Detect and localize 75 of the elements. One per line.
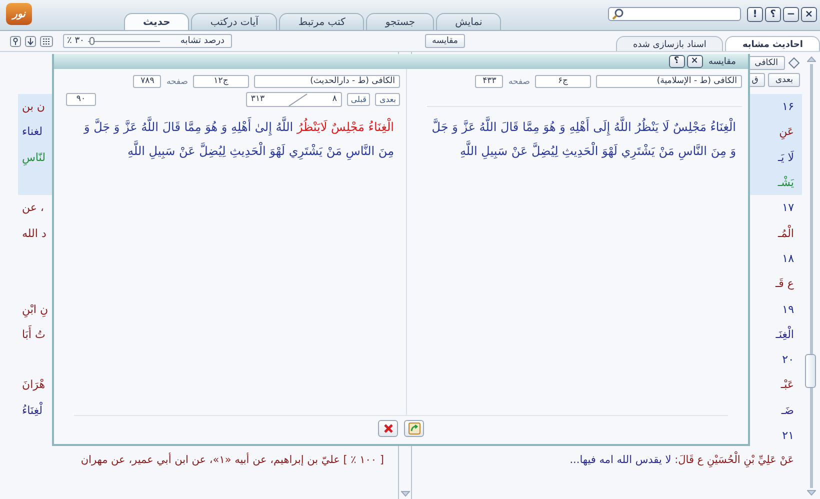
search-icon xyxy=(612,8,624,20)
hadith-number: ۱۹ xyxy=(782,302,794,316)
dialog-control-button[interactable]: ؟ xyxy=(668,55,685,68)
main-tab[interactable]: آیات درکتب xyxy=(191,13,278,30)
page-label: صفحه xyxy=(166,76,188,86)
hadith-counter-field[interactable]: ۳۱۳ ۸ xyxy=(246,92,342,107)
apply-button[interactable] xyxy=(404,420,424,437)
dialog-control-button[interactable]: × xyxy=(686,55,703,68)
search-field[interactable] xyxy=(608,7,741,21)
scrollbar-thumb[interactable] xyxy=(804,354,816,388)
window-control-button[interactable]: − xyxy=(783,7,799,22)
hadith-text: ضَـ xyxy=(781,404,794,417)
hadith-text: لغناء xyxy=(22,125,43,138)
hadith-text: نِ ابْنِ xyxy=(22,302,48,316)
chain-text: [ ۱۰۰ ٪ ] عليّ بن إبراهيم، عن أبيه «۱»، عن ابن أبي عمير، عن مهران xyxy=(80,454,384,466)
hadith-text: الْمُـ xyxy=(778,226,794,240)
similarity-label: درصد تشابه xyxy=(180,36,225,46)
hadith-number: ۲۰ xyxy=(782,353,794,366)
book-field[interactable]: الکافی (ط - دارالحدیث) xyxy=(254,75,400,88)
hadith-text: ن بن xyxy=(22,100,46,114)
refresh-page-icon xyxy=(408,422,420,435)
scroll-up-arrow-icon xyxy=(806,56,816,62)
hadith-text: ، عن xyxy=(22,201,44,214)
prev-button[interactable]: قبلی xyxy=(346,93,370,106)
main-tab[interactable]: کتب مرتبط xyxy=(279,13,364,30)
result-tab[interactable]: احادیث مشابه xyxy=(725,36,820,51)
diamond-icon xyxy=(788,57,800,69)
similarity-control[interactable]: ٪ ۳۰ درصد تشابه xyxy=(63,34,232,48)
hadith-text: تُ أَبَا xyxy=(22,328,46,341)
dialog-title: مقایسه xyxy=(708,56,736,66)
hadith-text: عَنِ xyxy=(779,125,794,138)
main-tab[interactable]: جستجو xyxy=(366,13,434,30)
next-button[interactable]: بعدی xyxy=(375,93,400,106)
page-field[interactable]: ۷۸۹ xyxy=(133,75,162,88)
main-tab[interactable]: نمایش xyxy=(436,13,502,30)
hadith-text: د الله xyxy=(22,226,46,240)
result-tab[interactable]: اسناد بازسازی شده xyxy=(616,36,724,51)
hadith-number: ۱۸ xyxy=(782,252,794,265)
hadith-number: ۱۷ xyxy=(782,201,794,214)
grid-icon xyxy=(40,36,53,46)
hadith-text: عَبْـ xyxy=(780,378,794,392)
hadith-text: الْغِنَاءُ مَجْلِسٌ لَا يَنْظُرُ اللَّهُ إِلَى أَهْلِهِ وَ هُوَ مِمَّا قَالَ اللَّهُ عَزَّ وَ جَلَّ وَ مِنَ النَّاسِ مَنْ يَشْتَرِي لَهْوَ الْحَدِيثِ لِيُضِلَّ عَنْ سَبِيلِ اللَّهِ xyxy=(427,111,742,163)
book-field[interactable]: الکافی (ط - الإسلامیة) xyxy=(596,75,742,88)
scroll-down-arrow-icon xyxy=(400,491,410,497)
page-field[interactable]: ۴۳۳ xyxy=(475,75,504,88)
slider-thumb[interactable] xyxy=(89,36,94,44)
count-field[interactable]: ۹۰ xyxy=(66,93,96,106)
hadith-text: لَا يَـ xyxy=(778,150,794,164)
similarity-value: ٪ ۳۰ xyxy=(67,36,84,46)
hadith-text: لنّاسِ xyxy=(22,150,46,164)
slash-divider-icon xyxy=(288,92,308,106)
app-logo: نور xyxy=(6,3,32,25)
hadith-text: ع قَـ xyxy=(775,277,794,290)
compare-button[interactable]: مقایسه xyxy=(425,34,465,48)
hadith-number: ۱۶ xyxy=(782,100,794,114)
hadith-text: يَشْـ xyxy=(778,176,794,190)
window-control-button[interactable]: × xyxy=(801,7,817,22)
volume-field[interactable]: ج۱۲ xyxy=(193,75,249,88)
volume-field[interactable]: ج۶ xyxy=(535,75,591,88)
window-control-button[interactable]: ؟ xyxy=(765,7,781,22)
close-icon xyxy=(382,423,394,434)
pin-icon xyxy=(10,36,21,46)
hadith-number: ۲۱ xyxy=(782,429,794,442)
hadith-text: لْغِنَاءُ xyxy=(22,404,43,417)
scroll-down-arrow-icon xyxy=(806,490,816,496)
main-tab[interactable]: حدیث xyxy=(124,13,190,30)
down-arrow-icon xyxy=(25,36,36,46)
next-button[interactable]: بعدی xyxy=(768,73,800,87)
hadith-text: الْغِنَاءُ مَجْلِسٌ لَايَنْظُرُ اللَّهُ إِلىٰ أَهْلِهِ وَ هُوَ مِمَّا قَالَ اللَّهُ عَزَّ وَ جَلَّ وَ مِنَ النَّاسِ مَنْ يَشْتَرِي لَهْوَ الْحَدِيثِ لِيُضِلَّ عَنْ سَبِيلِ اللَّهِ xyxy=(66,111,400,163)
cancel-button[interactable] xyxy=(378,420,398,437)
hadith-text: هْرَانَ xyxy=(22,378,46,392)
window-control-button[interactable]: ! xyxy=(747,7,763,22)
book-button[interactable]: الکافی xyxy=(748,56,785,70)
hadith-text: الْغِنَـ xyxy=(776,328,794,341)
page-label: صفحه xyxy=(508,76,530,86)
